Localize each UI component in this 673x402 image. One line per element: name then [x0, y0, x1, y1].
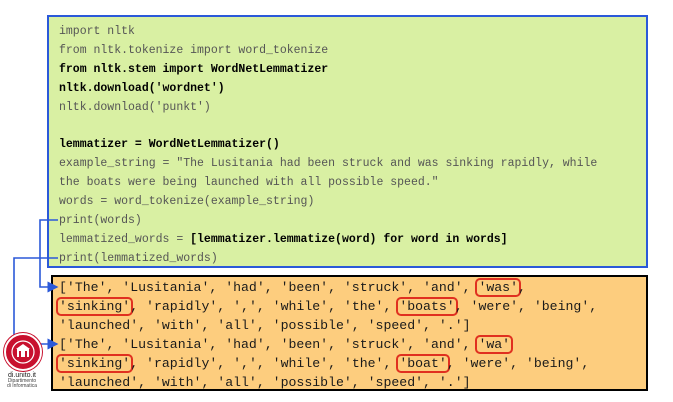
code-line-print-words: print(words) — [59, 213, 142, 227]
code-line: words = word_tokenize(example_string) — [59, 195, 315, 209]
output-text: , 'were', 'being', — [454, 299, 598, 314]
output-text: , — [518, 280, 526, 295]
code-line: example_string = "The Lusitania had been… — [59, 157, 598, 171]
seal-icon — [4, 333, 42, 371]
highlight-was: 'was' — [475, 278, 522, 297]
university-logo: di.unito.it Dipartimento di Informatica — [4, 333, 42, 397]
output-text: , 'were', 'being', — [446, 356, 590, 371]
code-line: import nltk — [59, 25, 135, 38]
output-block: ['The', 'Lusitania', 'had', 'been', 'str… — [51, 275, 648, 391]
code-line: the boats were being launched with all p… — [59, 176, 439, 190]
output-line: 'launched', 'with', 'all', 'possible', '… — [59, 318, 471, 333]
code-line: nltk.download('wordnet') — [59, 81, 225, 95]
output-line: ['The', 'Lusitania', 'had', 'been', 'str… — [59, 335, 646, 354]
output-line: 'launched', 'with', 'all', 'possible', '… — [59, 375, 471, 390]
output-text: , 'rapidly', ',', 'while', 'the', — [130, 356, 400, 371]
output-line: ['The', 'Lusitania', 'had', 'been', 'str… — [59, 278, 646, 297]
logo-sub2: di Informatica — [6, 383, 37, 389]
output-line: 'sinking', 'rapidly', ',', 'while', 'the… — [56, 354, 646, 373]
code-line-lemmatize: lemmatized_words = [lemmatizer.lemmatize… — [59, 231, 636, 250]
code-block: import nltk from nltk.tokenize import wo… — [47, 15, 648, 268]
code-line: nltk.download('punkt') — [59, 100, 211, 114]
code-line: from nltk.tokenize import word_tokenize — [59, 43, 329, 57]
highlight-sinking: 'sinking' — [56, 354, 134, 373]
highlight-sinking: 'sinking' — [56, 297, 134, 316]
highlight-boats: 'boats' — [396, 297, 458, 316]
output-line: 'sinking', 'rapidly', ',', 'while', 'the… — [56, 297, 646, 316]
code-text: lemmatized_words = — [59, 232, 191, 246]
output-text: ['The', 'Lusitania', 'had', 'been', 'str… — [59, 280, 479, 295]
output-text: ['The', 'Lusitania', 'had', 'been', 'str… — [59, 337, 479, 352]
code-line: lemmatizer = WordNetLemmatizer() — [59, 138, 280, 152]
highlight-boat: 'boat' — [396, 354, 450, 373]
code-text-bold: [lemmatizer.lemmatize(word) for word in … — [190, 232, 508, 246]
output-text: , 'rapidly', ',', 'while', 'the', — [130, 299, 400, 314]
code-line: from nltk.stem import WordNetLemmatizer — [59, 62, 329, 76]
highlight-wa: 'wa' — [475, 335, 514, 354]
code-line-print-lemmas: print(lemmatized_words) — [59, 251, 218, 265]
